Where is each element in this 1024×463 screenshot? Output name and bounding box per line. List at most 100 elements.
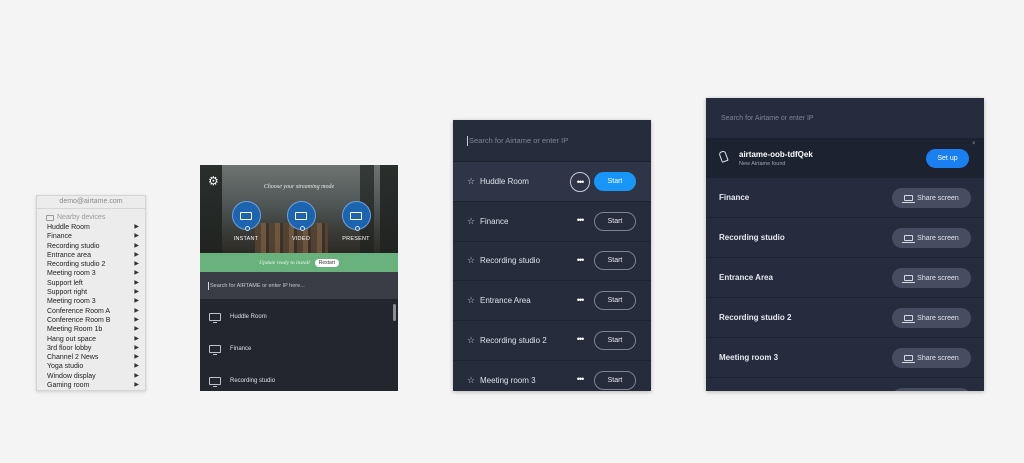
menu-item[interactable]: Window display ▶ <box>37 372 145 381</box>
device-name: Recording studio 2 <box>719 313 792 322</box>
new-device-notice: airtame-oob-tdfQek New Airtame found Set… <box>706 138 984 178</box>
more-options-icon[interactable]: ••• <box>570 171 590 192</box>
update-text: Update ready to install <box>259 259 310 266</box>
chevron-right-icon: ▶ <box>134 382 139 389</box>
start-button[interactable]: Start <box>594 370 636 390</box>
device-row[interactable]: ☆ Huddle Room ••• Start <box>453 162 651 202</box>
menu-item[interactable]: Support right ▶ <box>37 288 145 297</box>
menu-item[interactable]: Conference Room A ▶ <box>37 307 145 316</box>
star-icon[interactable]: ☆ <box>467 255 475 266</box>
menu-item[interactable]: Huddle Room ▶ <box>37 223 145 232</box>
menu-item[interactable]: 3rd floor lobby ▶ <box>37 344 145 353</box>
share-screen-label: Share screen <box>917 274 959 282</box>
star-icon[interactable]: ☆ <box>467 375 475 386</box>
star-icon[interactable]: ☆ <box>467 216 475 227</box>
menu-item[interactable]: Gaming room ▶ <box>37 381 145 390</box>
start-button[interactable]: Start <box>594 172 636 191</box>
menu-item[interactable]: Support left ▶ <box>37 279 145 288</box>
more-options-icon[interactable]: ••• <box>570 370 590 390</box>
menu-item-label: Huddle Room <box>47 224 90 231</box>
device-name: Finance <box>230 346 252 352</box>
star-icon[interactable]: ☆ <box>467 335 475 346</box>
menu-item[interactable]: Entrance area ▶ <box>37 251 145 260</box>
scrollbar[interactable] <box>393 304 396 321</box>
chevron-right-icon: ▶ <box>134 326 139 333</box>
share-screen-label: Share screen <box>917 354 959 362</box>
mode-video-button[interactable]: VIDEO <box>281 201 321 242</box>
menu-item-label: Conference Room A <box>47 307 111 315</box>
chevron-right-icon: ▶ <box>134 279 139 286</box>
device-item[interactable]: Huddle Room <box>209 313 267 323</box>
device-row[interactable]: ☆ Entrance Area ••• Start <box>453 281 651 322</box>
share-screen-button[interactable]: Share screen <box>892 188 971 208</box>
mode-label: VIDEO <box>291 236 311 242</box>
device-name: Huddle Room <box>230 314 267 320</box>
share-screen-button[interactable]: Share screen <box>892 228 971 248</box>
menu-item[interactable]: Meeting Room 1b ▶ <box>37 325 145 334</box>
device-name: Finance <box>719 193 750 202</box>
start-button[interactable]: Start <box>594 251 636 271</box>
device-item[interactable]: Recording studio <box>209 377 275 387</box>
start-button[interactable]: Start <box>594 291 636 311</box>
chevron-right-icon: ▶ <box>134 298 139 305</box>
more-options-icon[interactable]: ••• <box>570 291 590 311</box>
device-row[interactable]: Meeting room 3 Share screen <box>706 338 984 378</box>
menu-item[interactable]: Hang out space ▶ <box>37 335 145 344</box>
start-button[interactable]: Start <box>594 211 636 231</box>
menu-item[interactable]: Yoga studio ▶ <box>37 362 145 371</box>
device-row[interactable]: ☆ Finance ••• Start <box>453 202 651 242</box>
laptop-icon <box>902 315 916 323</box>
share-screen-button[interactable]: Share screen <box>892 348 971 368</box>
more-options-icon[interactable]: ••• <box>570 211 590 231</box>
menu-item[interactable]: Meeting room 3 ▶ <box>37 297 145 306</box>
star-icon[interactable]: ☆ <box>467 176 475 187</box>
share-screen-button[interactable]: Share screen <box>892 268 971 288</box>
airtame-app-v1: ⚙ Choose your streaming mode INSTANT VID… <box>200 165 398 391</box>
search-input[interactable]: Search for AIRTAME or enter IP here... <box>200 272 398 299</box>
device-row[interactable]: ☆ Recording studio 2 ••• Start <box>453 321 651 361</box>
set-up-button[interactable]: Set up <box>926 149 969 168</box>
presentation-icon <box>341 201 371 231</box>
device-row[interactable]: Recording studio Share screen <box>706 218 984 258</box>
menu-item[interactable]: Recording studio ▶ <box>37 242 145 251</box>
menu-item[interactable]: Finance ▶ <box>37 232 145 241</box>
more-options-icon[interactable]: ••• <box>570 330 590 350</box>
restart-button[interactable]: Restart <box>314 258 339 267</box>
share-screen-button[interactable]: Share screen <box>892 308 971 328</box>
close-icon[interactable]: × <box>972 141 976 147</box>
menu-item[interactable]: Channel 2 News ▶ <box>37 353 145 362</box>
share-screen-button[interactable]: Share screen <box>892 388 971 391</box>
more-options-icon[interactable]: ••• <box>570 251 590 271</box>
device-row[interactable]: ☆ Recording studio ••• Start <box>453 241 651 282</box>
device-item[interactable]: Finance <box>209 345 252 355</box>
mode-instant-button[interactable]: INSTANT <box>226 201 266 242</box>
chevron-right-icon: ▶ <box>134 354 139 361</box>
mode-present-button[interactable]: PRESENT <box>336 201 376 242</box>
chevron-right-icon: ▶ <box>134 307 139 314</box>
device-name: Recording studio <box>480 256 541 266</box>
device-row[interactable]: Finance Share screen <box>706 178 984 218</box>
search-input[interactable]: Search for Airtame or enter IP <box>706 98 984 138</box>
menu-item[interactable]: Conference Room B ▶ <box>37 316 145 325</box>
device-row[interactable]: Recording studio 2 Share screen <box>706 298 984 338</box>
new-device-name: airtame-oob-tdfQek <box>739 150 813 159</box>
menu-item-label: Finance <box>47 233 72 241</box>
menu-item-label: Support right <box>47 289 88 297</box>
device-row[interactable]: Share screen <box>706 378 984 391</box>
menu-item[interactable]: Recording studio 2 ▶ <box>37 260 145 269</box>
new-device-subtitle: New Airtame found <box>739 161 786 167</box>
menu-item[interactable]: Meeting room 3 ▶ <box>37 269 145 278</box>
nearby-devices-menu: demo@airtame.com Nearby devices Huddle R… <box>36 195 146 391</box>
tv-icon <box>209 345 221 355</box>
chevron-right-icon: ▶ <box>134 363 139 370</box>
chevron-right-icon: ▶ <box>134 261 139 268</box>
device-row[interactable]: Entrance Area Share screen <box>706 258 984 298</box>
search-input[interactable]: Search for Airtame or enter IP <box>453 120 651 162</box>
laptop-icon <box>902 235 916 243</box>
nearby-devices-header: Nearby devices <box>37 212 145 223</box>
menu-item-label: Meeting room 3 <box>47 270 96 278</box>
start-button[interactable]: Start <box>594 330 636 350</box>
streaming-mode-options: INSTANT VIDEO PRESENT <box>226 201 376 242</box>
star-icon[interactable]: ☆ <box>467 295 475 306</box>
device-row[interactable]: ☆ Meeting room 3 ••• Start <box>453 361 651 392</box>
